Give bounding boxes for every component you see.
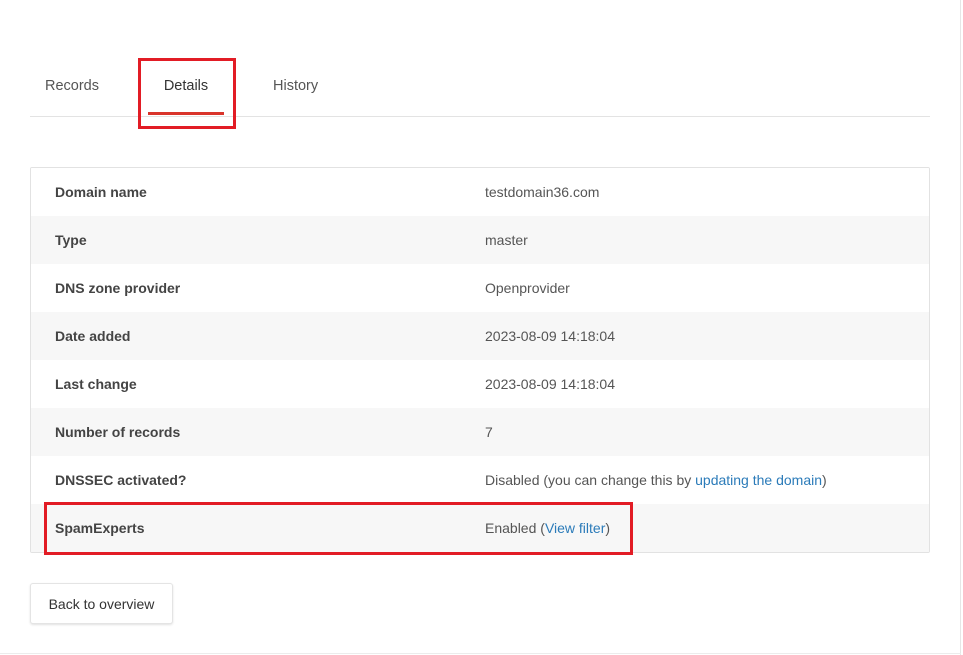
detail-label: SpamExperts [55, 520, 145, 536]
detail-value: 2023-08-09 14:18:04 [485, 328, 615, 344]
detail-row-dnssec: DNSSEC activated? Disabled (you can chan… [31, 456, 929, 504]
detail-row-dns-zone-provider: DNS zone provider Openprovider [31, 264, 929, 312]
detail-value: master [485, 232, 528, 248]
detail-label: Last change [55, 376, 137, 392]
dnssec-closing-paren: ) [822, 472, 827, 488]
detail-row-domain-name: Domain name testdomain36.com [31, 168, 929, 216]
active-tab-indicator [148, 112, 224, 115]
detail-value: 2023-08-09 14:18:04 [485, 376, 615, 392]
detail-row-spamexperts: SpamExperts Enabled (View filter) [31, 504, 929, 552]
detail-label: Number of records [55, 424, 181, 440]
view-filter-link[interactable]: View filter [545, 520, 605, 536]
detail-value: Enabled (View filter) [485, 504, 610, 552]
page: Records Details History Domain name test… [0, 0, 963, 655]
back-to-overview-button[interactable]: Back to overview [30, 583, 173, 624]
spamexperts-status-text: Enabled ( [485, 520, 545, 536]
tab-details[interactable]: Details [148, 56, 224, 116]
detail-value: testdomain36.com [485, 184, 600, 200]
spamexperts-closing-paren: ) [605, 520, 611, 536]
detail-row-date-added: Date added 2023-08-09 14:18:04 [31, 312, 929, 360]
detail-row-last-change: Last change 2023-08-09 14:18:04 [31, 360, 929, 408]
detail-value: Openprovider [485, 280, 570, 296]
detail-label: Domain name [55, 184, 147, 200]
detail-value: Disabled (you can change this by updatin… [485, 456, 827, 504]
details-table: Domain name testdomain36.com Type master… [30, 167, 930, 553]
detail-label: Date added [55, 328, 131, 344]
right-divider [960, 0, 961, 655]
tab-records[interactable]: Records [45, 56, 99, 116]
detail-label: DNS zone provider [55, 280, 181, 296]
detail-row-type: Type master [31, 216, 929, 264]
tab-bar: Records Details History [30, 56, 930, 117]
detail-label: Type [55, 232, 87, 248]
updating-the-domain-link[interactable]: updating the domain [695, 472, 822, 488]
dnssec-status-text: Disabled (you can change this by [485, 472, 696, 488]
detail-value: 7 [485, 424, 493, 440]
tab-history[interactable]: History [273, 56, 318, 116]
bottom-divider [0, 653, 961, 654]
detail-label: DNSSEC activated? [55, 472, 187, 488]
detail-row-number-of-records: Number of records 7 [31, 408, 929, 456]
